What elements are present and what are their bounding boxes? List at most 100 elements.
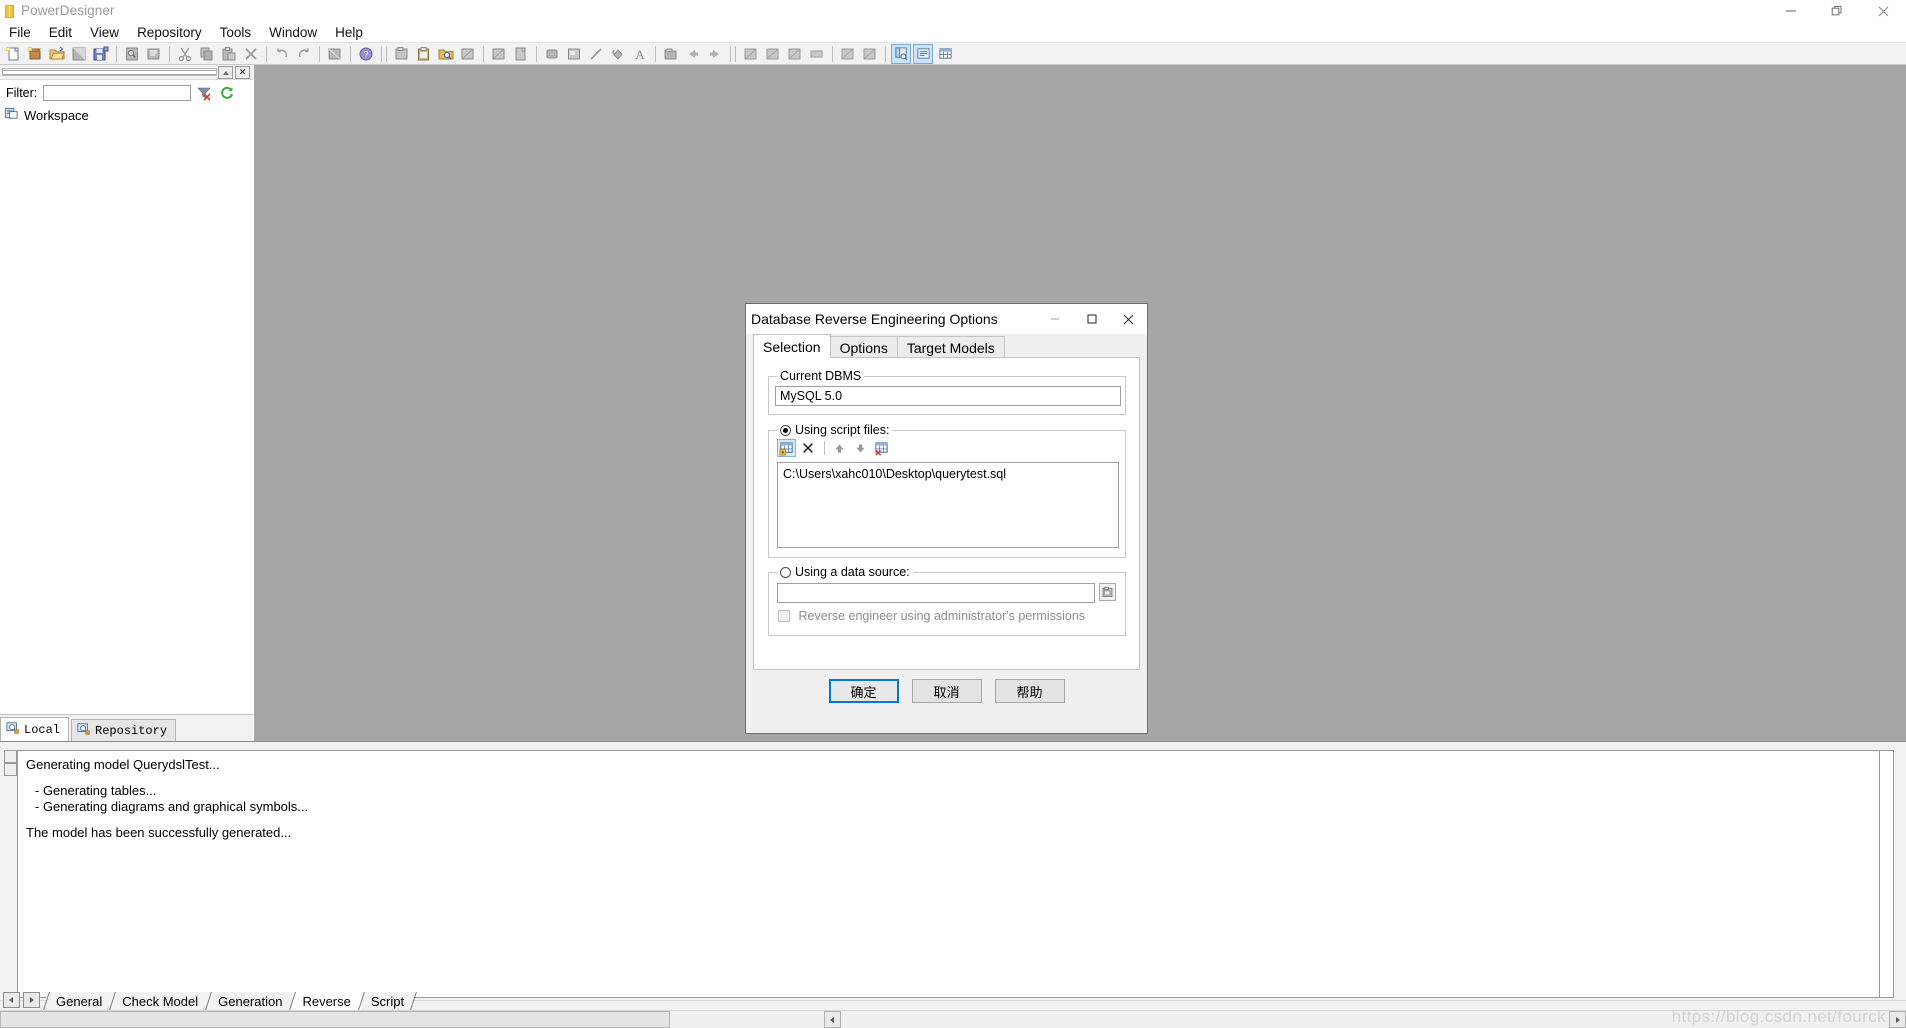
remove-all-icon[interactable]	[872, 439, 891, 457]
close-icon[interactable]	[1110, 304, 1147, 334]
use-script-files-radio[interactable]	[780, 424, 791, 436]
output-tab-check-model[interactable]: Check Model	[109, 992, 209, 1010]
hscroll-right-arrow[interactable]	[1889, 1011, 1906, 1028]
close-panel-icon[interactable]: ✕	[235, 66, 250, 79]
collapse-icon[interactable]	[218, 66, 233, 79]
link-right-icon[interactable]	[705, 44, 725, 64]
menu-view[interactable]: View	[81, 24, 128, 41]
new-model-icon[interactable]	[3, 44, 23, 64]
save-all-icon[interactable]	[91, 44, 111, 64]
find-folder-icon[interactable]	[436, 44, 456, 64]
redo-icon[interactable]	[294, 44, 314, 64]
scroll-right-icon[interactable]	[23, 992, 40, 1008]
shape-icon[interactable]	[542, 44, 562, 64]
minimize-icon[interactable]	[1768, 0, 1814, 22]
result-list-icon[interactable]	[935, 44, 955, 64]
text-icon[interactable]: A	[630, 44, 650, 64]
new-package-icon[interactable]	[25, 44, 45, 64]
output-left-scroll[interactable]	[4, 750, 17, 998]
menu-edit[interactable]: Edit	[40, 24, 81, 41]
data-source-browse-icon[interactable]	[1099, 583, 1116, 601]
maximize-icon[interactable]	[1073, 304, 1110, 334]
page-icon[interactable]	[511, 44, 531, 64]
admin-permissions-row[interactable]: Reverse engineer using administrator's p…	[778, 609, 1085, 623]
ok-button[interactable]: 确定	[828, 679, 899, 703]
view-b-icon[interactable]	[763, 44, 783, 64]
scroll-left-icon[interactable]	[3, 992, 20, 1008]
output-tab-reverse[interactable]: Reverse	[289, 992, 361, 1010]
restore-icon[interactable]	[1814, 0, 1860, 22]
help-button[interactable]: 帮助	[994, 679, 1065, 703]
output-vertical-scrollbar[interactable]	[1880, 750, 1894, 998]
add-script-file-icon[interactable]	[777, 439, 796, 457]
browser-tab-local[interactable]: Local	[0, 717, 70, 741]
undo-icon[interactable]	[272, 44, 292, 64]
view-f-icon[interactable]	[860, 44, 880, 64]
cancel-button[interactable]: 取消	[911, 679, 982, 703]
refresh-icon[interactable]	[217, 83, 237, 103]
scroll-up-button[interactable]	[4, 750, 17, 763]
delete-icon[interactable]	[241, 44, 261, 64]
admin-permissions-checkbox[interactable]	[778, 610, 790, 622]
move-down-icon[interactable]	[851, 439, 870, 457]
link-left-icon[interactable]	[683, 44, 703, 64]
tab-options[interactable]: Options	[829, 336, 898, 358]
menu-help[interactable]: Help	[326, 24, 372, 41]
delete-script-file-icon[interactable]	[798, 439, 817, 457]
browser-grip[interactable]: ✕	[0, 65, 253, 80]
tab-selection[interactable]: Selection	[753, 334, 831, 358]
clipboard-icon[interactable]	[414, 44, 434, 64]
menu-file[interactable]: File	[0, 24, 40, 41]
scroll-down-button[interactable]	[4, 763, 17, 776]
zoom-fit-icon[interactable]	[489, 44, 509, 64]
output-tab-generation[interactable]: Generation	[205, 992, 293, 1010]
menu-window[interactable]: Window	[260, 24, 326, 41]
script-file-item[interactable]: C:\Users\xahc010\Desktop\querytest.sql	[783, 467, 1113, 481]
save-icon[interactable]	[69, 44, 89, 64]
output-line: The model has been successfully generate…	[26, 825, 292, 840]
current-dbms-field[interactable]: MySQL 5.0	[775, 386, 1121, 406]
output-toggle-icon[interactable]	[913, 43, 933, 64]
output-tab-general[interactable]: General	[43, 992, 113, 1010]
output-line: - Generating diagrams and graphical symb…	[35, 799, 309, 814]
browser-tab-repository[interactable]: Repository	[71, 719, 177, 741]
open-icon[interactable]	[47, 44, 67, 64]
script-files-group-label: Using script files:	[777, 423, 893, 437]
fill-icon[interactable]	[608, 44, 628, 64]
menu-tools[interactable]: Tools	[211, 24, 261, 41]
print-icon[interactable]	[144, 44, 164, 64]
output-tabs: General Check Model Generation Reverse S…	[0, 990, 1906, 1010]
script-files-list[interactable]: C:\Users\xahc010\Desktop\querytest.sql	[777, 462, 1119, 548]
output-horizontal-scrollbar[interactable]: https://blog.csdn.net/fourck	[0, 1007, 1906, 1028]
zoom-icon[interactable]	[458, 44, 478, 64]
browser-toggle-icon[interactable]	[891, 43, 911, 64]
menu-repository[interactable]: Repository	[128, 24, 211, 41]
tab-target-models[interactable]: Target Models	[896, 336, 1005, 358]
use-data-source-radio[interactable]	[780, 566, 791, 578]
view-e-icon[interactable]	[838, 44, 858, 64]
view-c-icon[interactable]	[785, 44, 805, 64]
minimize-icon[interactable]	[1036, 304, 1073, 334]
package-icon[interactable]	[661, 44, 681, 64]
line-icon[interactable]	[586, 44, 606, 64]
help-icon[interactable]: ?	[356, 44, 376, 64]
output-grip[interactable]	[0, 742, 1906, 750]
note-icon[interactable]	[564, 44, 584, 64]
clear-filter-icon[interactable]	[194, 83, 214, 103]
new-diagram-icon[interactable]	[392, 44, 412, 64]
hscroll-thumb[interactable]	[0, 1011, 670, 1028]
print-preview-icon[interactable]	[122, 44, 142, 64]
output-tab-script[interactable]: Script	[357, 992, 418, 1010]
paste-icon[interactable]	[219, 44, 239, 64]
view-a-icon[interactable]	[741, 44, 761, 64]
tree-item-workspace[interactable]: Workspace	[0, 106, 253, 124]
hscroll-left-arrow[interactable]	[824, 1011, 841, 1028]
cut-icon[interactable]	[175, 44, 195, 64]
copy-icon[interactable]	[197, 44, 217, 64]
view-d-icon[interactable]	[807, 44, 827, 64]
data-source-field[interactable]	[777, 583, 1095, 603]
move-up-icon[interactable]	[830, 439, 849, 457]
filter-input[interactable]	[43, 85, 192, 101]
properties-icon[interactable]	[325, 44, 345, 64]
close-icon[interactable]	[1860, 0, 1906, 22]
